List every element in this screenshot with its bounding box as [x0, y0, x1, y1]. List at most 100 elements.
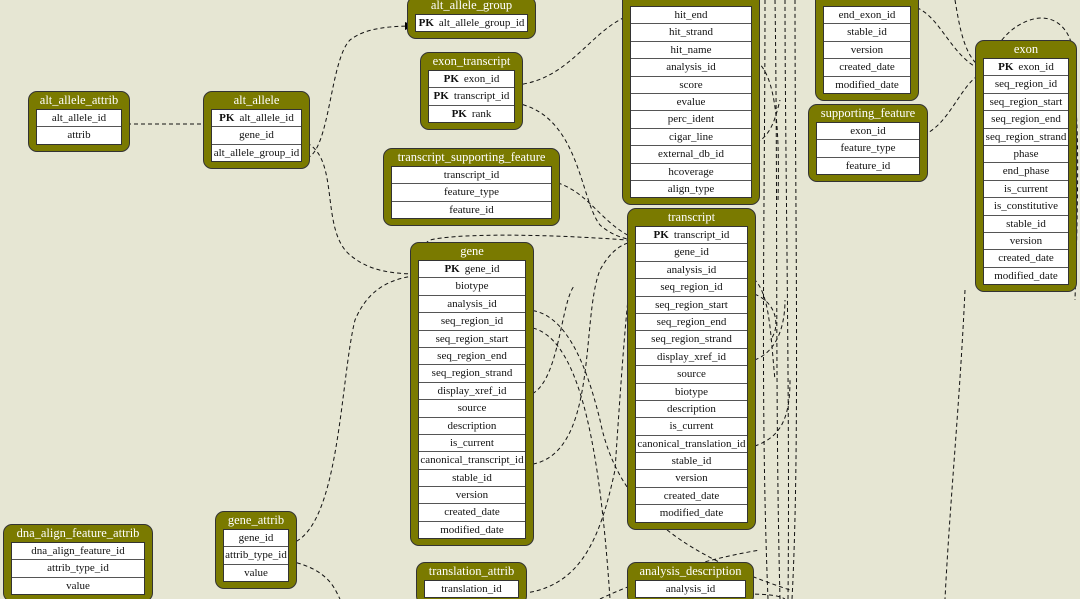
column-description[interactable]: description [636, 399, 747, 417]
column-seq-region-id[interactable]: seq_region_id [636, 278, 747, 295]
column-created-date[interactable]: created_date [984, 249, 1068, 266]
column-phase[interactable]: phase [984, 144, 1068, 162]
column-analysis-id[interactable]: analysis_id [636, 581, 745, 597]
column-transcript-id[interactable]: transcript_id [392, 167, 551, 183]
table-partial-table-6[interactable]: hit_end hit_strand hit_name analysis_id scor… [622, 0, 760, 206]
column-align-type[interactable]: align_type [631, 179, 751, 197]
column-gene-id[interactable]: gene_id [212, 126, 301, 143]
column-is-constitutive[interactable]: is_constitutive [984, 197, 1068, 214]
column-transcript-id[interactable]: PK transcript_id [429, 87, 514, 104]
column-feature-id[interactable]: feature_id [392, 200, 551, 218]
column-analysis-id[interactable]: analysis_id [636, 260, 747, 278]
column-seq-region-start[interactable]: seq_region_start [419, 329, 525, 347]
column-stable-id[interactable]: stable_id [984, 214, 1068, 232]
column-attrib-type-id[interactable]: attrib_type_id [12, 559, 144, 576]
table-alt-allele[interactable]: alt_allele PK alt_allele_id gene_id alt_alle… [203, 91, 310, 170]
table-supporting-feature[interactable]: supporting_feature exon_id feature_type fea… [808, 104, 928, 183]
column-is-current[interactable]: is_current [636, 417, 747, 434]
column-value[interactable]: value [224, 563, 288, 581]
table-transcript-supporting-feature[interactable]: transcript_supporting_feature transcript_… [383, 148, 560, 227]
column-seq-region-start[interactable]: seq_region_start [636, 295, 747, 313]
column-stable-id[interactable]: stable_id [419, 468, 525, 486]
table-exon[interactable]: exon PK exon_id seq_region_id seq_region_sta… [975, 40, 1077, 293]
column-dna-align-feature-id[interactable]: dna_align_feature_id [12, 543, 144, 559]
column-analysis-id[interactable]: analysis_id [631, 58, 751, 75]
column-value[interactable]: value [12, 576, 144, 594]
table-transcript[interactable]: transcript PK transcript_id gene_id analysis… [627, 208, 756, 530]
column-seq-region-strand[interactable]: seq_region_strand [636, 330, 747, 347]
column-modified-date[interactable]: modified_date [419, 520, 525, 538]
column-source[interactable]: source [636, 365, 747, 382]
table-partial-table-8[interactable]: end_exon_id stable_id version created_date m… [815, 0, 919, 101]
column-perc-ident[interactable]: perc_ident [631, 110, 751, 127]
column-seq-region-start[interactable]: seq_region_start [984, 92, 1068, 110]
column-stable-id[interactable]: stable_id [636, 452, 747, 469]
column-seq-region-end[interactable]: seq_region_end [984, 110, 1068, 127]
column-analysis-id[interactable]: analysis_id [419, 294, 525, 312]
column-feature-type[interactable]: feature_type [817, 139, 919, 156]
column-external-db-id[interactable]: external_db_id [631, 145, 751, 162]
column-description[interactable]: description [419, 416, 525, 434]
column-exon-id[interactable]: exon_id [817, 123, 919, 139]
column-exon-id[interactable]: PK exon_id [429, 71, 514, 87]
table-exon-transcript[interactable]: exon_transcript PK exon_id PK transcript_id P… [420, 52, 523, 131]
column-seq-region-strand[interactable]: seq_region_strand [419, 364, 525, 381]
column-gene-id[interactable]: gene_id [636, 243, 747, 260]
column-modified-date[interactable]: modified_date [824, 75, 910, 93]
column-display-xref-id[interactable]: display_xref_id [636, 347, 747, 365]
column-end-exon-id[interactable]: end_exon_id [824, 7, 910, 23]
column-is-current[interactable]: is_current [419, 433, 525, 451]
column-display-xref-id[interactable]: display_xref_id [419, 381, 525, 399]
column-gene-id[interactable]: PK gene_id [419, 261, 525, 277]
column-alt-allele-id[interactable]: PK alt_allele_id [212, 110, 301, 126]
column-feature-id[interactable]: feature_id [817, 156, 919, 174]
column-transcript-id[interactable]: PK transcript_id [636, 227, 747, 243]
column-version[interactable]: version [419, 486, 525, 503]
column-attrib-type-id[interactable]: attrib_type_id [224, 546, 288, 563]
column-seq-region-strand[interactable]: seq_region_strand [984, 127, 1068, 145]
column-seq-region-end[interactable]: seq_region_end [419, 346, 525, 364]
column-alt-allele-id[interactable]: alt_allele_id [37, 110, 121, 126]
column-seq-region-end[interactable]: seq_region_end [636, 312, 747, 330]
column-hit-strand[interactable]: hit_strand [631, 23, 751, 40]
column-seq-region-id[interactable]: seq_region_id [984, 75, 1068, 92]
column-biotype[interactable]: biotype [636, 382, 747, 400]
column-score[interactable]: score [631, 75, 751, 93]
column-modified-date[interactable]: modified_date [984, 266, 1068, 284]
column-hit-name[interactable]: hit_name [631, 40, 751, 58]
column-cigar-line[interactable]: cigar_line [631, 127, 751, 145]
column-evalue[interactable]: evalue [631, 92, 751, 110]
column-feature-type[interactable]: feature_type [392, 183, 551, 200]
column-stable-id[interactable]: stable_id [824, 23, 910, 40]
table-alt-allele-group[interactable]: alt_allele_group PK alt_allele_group_id [407, 0, 536, 40]
table-gene[interactable]: gene PK gene_id biotype analysis_id seq_regio… [410, 242, 534, 547]
table-analysis-description[interactable]: analysis_description analysis_id [627, 562, 754, 599]
column-is-current[interactable]: is_current [984, 179, 1068, 197]
table-gene-attrib[interactable]: gene_attrib gene_id attrib_type_id value [215, 511, 297, 590]
column-version[interactable]: version [636, 469, 747, 486]
column-end-phase[interactable]: end_phase [984, 162, 1068, 179]
column-source[interactable]: source [419, 399, 525, 416]
column-hit-end[interactable]: hit_end [631, 7, 751, 23]
column-biotype[interactable]: biotype [419, 277, 525, 294]
column-modified-date[interactable]: modified_date [636, 504, 747, 521]
column-canonical-transcript-id[interactable]: canonical_transcript_id [419, 451, 525, 468]
column-gene-id[interactable]: gene_id [224, 530, 288, 546]
column-translation-id[interactable]: translation_id [425, 581, 518, 597]
column-version[interactable]: version [824, 40, 910, 58]
column-created-date[interactable]: created_date [419, 503, 525, 520]
column-canonical-translation-id[interactable]: canonical_translation_id [636, 434, 747, 452]
column-version[interactable]: version [984, 231, 1068, 249]
column-exon-id[interactable]: PK exon_id [984, 59, 1068, 75]
column-rank[interactable]: PK rank [429, 104, 514, 122]
column-alt-allele-group-id[interactable]: PK alt_allele_group_id [416, 15, 527, 31]
column-hcoverage[interactable]: hcoverage [631, 162, 751, 180]
table-translation-attrib[interactable]: translation_attrib translation_id [416, 562, 527, 599]
column-attrib[interactable]: attrib [37, 126, 121, 143]
table-dna-align-feature-attrib[interactable]: dna_align_feature_attrib dna_align_featur… [3, 524, 153, 599]
column-created-date[interactable]: created_date [824, 58, 910, 75]
column-seq-region-id[interactable]: seq_region_id [419, 312, 525, 329]
column-alt-allele-group-id[interactable]: alt_allele_group_id [212, 143, 301, 161]
table-alt-allele-attrib[interactable]: alt_allele_attrib alt_allele_id attrib [28, 91, 130, 152]
column-created-date[interactable]: created_date [636, 486, 747, 504]
